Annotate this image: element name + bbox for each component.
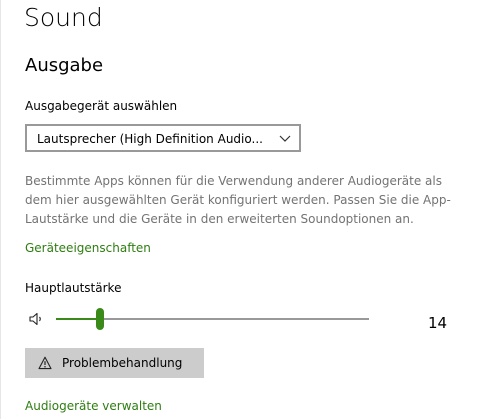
manage-audio-devices-link[interactable]: Audiogeräte verwalten [25,398,162,414]
troubleshoot-button[interactable]: Problembehandlung [25,348,204,378]
output-device-dropdown[interactable]: Lautsprecher (High Definition Audio... [25,124,301,152]
output-device-label: Ausgabegerät auswählen [25,99,178,113]
master-volume-value: 14 [428,314,448,332]
device-properties-link[interactable]: Geräteeigenschaften [25,240,151,256]
chevron-down-icon [279,135,291,142]
warning-icon [38,356,52,370]
master-volume-label: Hauptlautstärke [25,281,122,295]
section-title-output: Ausgabe [25,55,104,76]
output-device-selected-value: Lautsprecher (High Definition Audio... [37,132,263,146]
window-left-border [0,0,1,419]
master-volume-slider[interactable] [56,306,369,332]
volume-slider-thumb[interactable] [95,308,104,330]
speaker-icon[interactable] [28,311,44,327]
page-title: Sound [24,3,103,32]
volume-slider-fill [56,318,100,320]
troubleshoot-button-label: Problembehandlung [62,356,183,370]
output-description: Bestimmte Apps können für die Verwendung… [25,174,451,226]
